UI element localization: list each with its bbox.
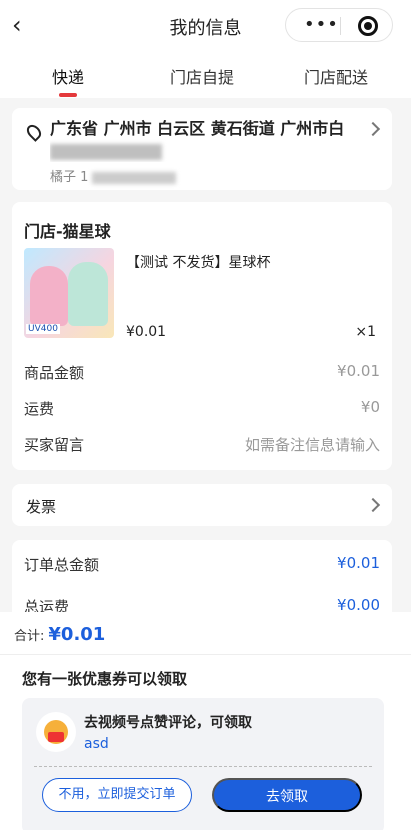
coupon-subtitle: asd: [84, 736, 109, 752]
product-image-figure: [68, 262, 108, 326]
header: ‹ 我的信息 •••: [0, 0, 411, 52]
order-total-row: 订单总金额 ¥0.01: [24, 554, 380, 575]
product-badge: UV400: [26, 324, 60, 334]
product-price: ¥0.01: [126, 324, 167, 340]
recipient-name: 橘子 1: [50, 170, 89, 185]
row-label: 商品金额: [24, 364, 85, 382]
tab-label: 快递: [52, 68, 85, 87]
order-card: 门店-猫星球 UV400 【测试 不发货】星球杯 ¥0.01 ×1 商品金额 ¥…: [12, 202, 392, 470]
chevron-right-icon: [365, 121, 381, 137]
tab-active-indicator: [59, 93, 77, 97]
row-value: ¥0.01: [337, 362, 380, 380]
product-name: 【测试 不发货】星球杯: [126, 255, 271, 271]
totals-card: 订单总金额 ¥0.01 总运费 ¥0.00: [12, 540, 392, 620]
product-image[interactable]: UV400: [24, 248, 114, 338]
row-label: 运费: [24, 400, 55, 418]
sum-total: 合计: ¥0.01: [14, 624, 105, 645]
invoice-row[interactable]: 发票: [12, 484, 392, 526]
delivery-tabs: 快递 门店自提 门店配送: [0, 52, 411, 98]
row-label: 订单总金额: [24, 556, 100, 574]
coupon-title: 您有一张优惠券可以领取: [22, 670, 188, 688]
row-value: ¥0: [360, 398, 380, 416]
tab-store-delivery[interactable]: 门店配送: [304, 64, 368, 88]
goods-amount-row: 商品金额 ¥0.01: [24, 362, 380, 383]
address-redacted: [50, 143, 162, 160]
tab-store-pickup[interactable]: 门店自提: [170, 64, 234, 88]
invoice-label: 发票: [26, 498, 57, 516]
chevron-right-icon: [365, 497, 381, 513]
tab-express[interactable]: 快递: [52, 64, 85, 97]
buyer-message-input[interactable]: 如需备注信息请输入: [245, 434, 380, 455]
capsule-divider: [340, 17, 341, 35]
claim-coupon-button[interactable]: 去领取: [212, 778, 362, 812]
sum-value: ¥0.01: [48, 624, 106, 645]
row-value: ¥0.01: [337, 554, 380, 572]
dashed-divider: [34, 766, 372, 767]
lucky-cat-shape: [44, 720, 68, 744]
address-line: 广东省 广州市 白云区 黄石街道 广州市白: [50, 119, 345, 138]
recipient: 橘子 1: [50, 166, 177, 185]
address-text: 广东省 广州市 白云区 黄石街道 广州市白: [50, 118, 360, 162]
divider: [0, 654, 411, 655]
product-image-figure: [30, 266, 68, 326]
tab-label: 门店自提: [170, 68, 235, 87]
shop-name: 门店-猫星球: [24, 222, 111, 241]
location-pin-icon: [24, 122, 44, 142]
shipping-row: 运费 ¥0: [24, 398, 380, 419]
buyer-message-row[interactable]: 买家留言 如需备注信息请输入: [24, 434, 380, 455]
mini-program-capsule: •••: [285, 8, 393, 42]
more-dots-icon[interactable]: •••: [304, 16, 339, 34]
phone-redacted: [92, 171, 177, 184]
address-card[interactable]: 广东省 广州市 白云区 黄石街道 广州市白 橘子 1: [12, 108, 392, 190]
product-quantity: ×1: [355, 324, 376, 340]
tab-label: 门店配送: [304, 68, 369, 87]
target-icon[interactable]: [358, 16, 378, 36]
skip-submit-button[interactable]: 不用，立即提交订单: [42, 778, 192, 812]
coupon-card: 去视频号点赞评论，可领取 asd 不用，立即提交订单 去领取: [22, 698, 384, 830]
lucky-cat-icon: [36, 712, 76, 752]
coupon-description: 去视频号点赞评论，可领取: [84, 715, 252, 731]
row-label: 买家留言: [24, 436, 85, 454]
sum-label: 合计:: [14, 629, 45, 644]
coupon-sheet: 合计: ¥0.01 您有一张优惠券可以领取 去视频号点赞评论，可领取 asd 不用…: [0, 612, 411, 830]
